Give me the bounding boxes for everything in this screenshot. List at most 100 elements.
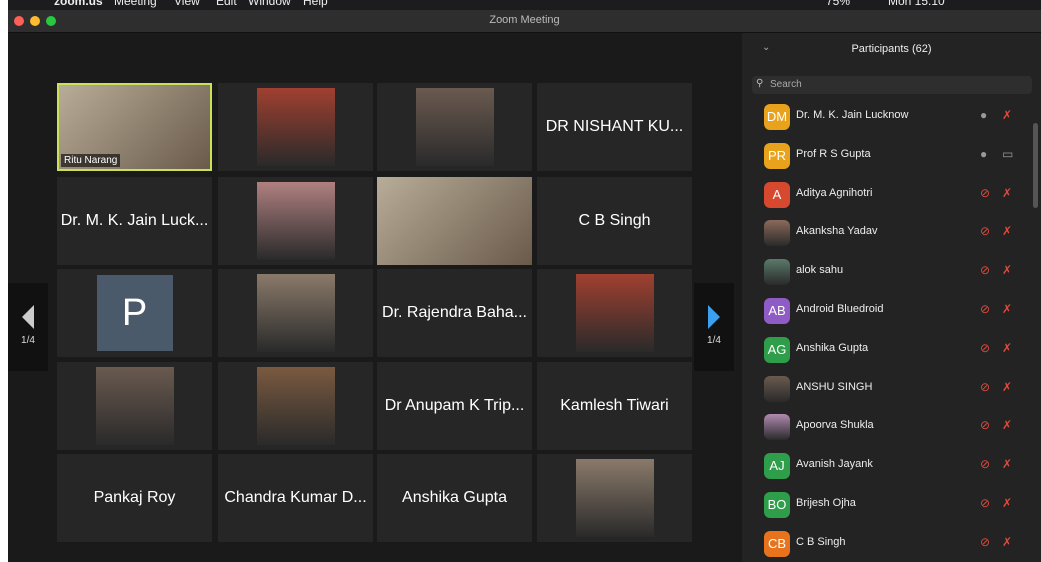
search-input[interactable]: ⚲ Search — [752, 76, 1032, 94]
participant-row[interactable]: A Aditya Agnihotri ⊘ ✗ — [742, 175, 1030, 213]
menu-edit[interactable]: Edit — [216, 0, 237, 8]
avatar — [764, 414, 790, 441]
video-tile[interactable] — [537, 269, 692, 357]
video-tile[interactable]: Anshika Gupta — [377, 454, 532, 542]
camera-off-icon[interactable]: ✗ — [1002, 457, 1012, 471]
window-title: Zoom Meeting — [489, 14, 560, 26]
camera-off-icon[interactable]: ✗ — [1002, 418, 1012, 432]
video-tile[interactable]: C B Singh — [537, 177, 692, 265]
participant-row[interactable]: DM Dr. M. K. Jain Lucknow ● ✗ — [742, 97, 1030, 135]
mic-muted-icon[interactable]: ⊘ — [980, 263, 990, 277]
participant-row[interactable]: AB Android Bluedroid ⊘ ✗ — [742, 291, 1030, 329]
video-tile[interactable]: P — [57, 269, 212, 357]
participant-row[interactable]: alok sahu ⊘ ✗ — [742, 252, 1030, 290]
camera-off-icon[interactable]: ✗ — [1002, 496, 1012, 510]
camera-icon[interactable]: ▭ — [1002, 147, 1013, 161]
video-tile[interactable]: Chandra Kumar D... — [218, 454, 373, 542]
menu-help[interactable]: Help — [303, 0, 328, 8]
video-feed — [377, 177, 532, 265]
menu-app-name[interactable]: zoom.us — [54, 0, 103, 8]
window-titlebar: Zoom Meeting — [8, 10, 1041, 33]
next-page-button[interactable]: 1/4 — [694, 283, 734, 371]
video-tile[interactable]: Kamlesh Tiwari — [537, 362, 692, 450]
participant-row[interactable]: PR Prof R S Gupta ● ▭ — [742, 136, 1030, 174]
video-tile[interactable]: Ritu Narang — [57, 83, 212, 171]
avatar: AB — [764, 298, 790, 324]
participant-name: alok sahu — [796, 264, 844, 277]
profile-photo — [256, 182, 335, 260]
participant-row[interactable]: CB C B Singh ⊘ ✗ — [742, 524, 1030, 562]
video-tile[interactable] — [57, 362, 212, 450]
profile-photo — [256, 274, 335, 352]
mic-muted-icon[interactable]: ⊘ — [980, 418, 990, 432]
mic-muted-icon[interactable]: ⊘ — [980, 496, 990, 510]
clock: Mon 15:10 — [888, 0, 945, 8]
camera-off-icon[interactable]: ✗ — [1002, 380, 1012, 394]
participant-row[interactable]: ANSHU SINGH ⊘ ✗ — [742, 369, 1030, 407]
participant-name: Dr. Rajendra Baha... — [382, 304, 527, 321]
mic-icon[interactable]: ● — [980, 108, 987, 122]
mic-muted-icon[interactable]: ⊘ — [980, 535, 990, 549]
mic-muted-icon[interactable]: ⊘ — [980, 457, 990, 471]
video-tile[interactable] — [377, 83, 532, 171]
avatar: CB — [764, 530, 790, 557]
participant-row[interactable]: Akanksha Yadav ⊘ ✗ — [742, 213, 1030, 251]
video-tile[interactable] — [218, 83, 373, 171]
participant-name: Dr. M. K. Jain Luck... — [60, 212, 209, 229]
video-tile[interactable] — [537, 454, 692, 542]
participant-name: Chandra Kumar D... — [224, 489, 367, 506]
profile-photo — [415, 88, 494, 166]
scrollbar[interactable] — [1033, 123, 1038, 208]
video-tile[interactable] — [377, 177, 532, 265]
video-caption: Ritu Narang — [61, 154, 121, 167]
video-tile[interactable]: DR NISHANT KU... — [537, 83, 692, 171]
profile-photo — [575, 459, 654, 537]
participant-row[interactable]: AG Anshika Gupta ⊘ ✗ — [742, 330, 1030, 368]
mic-muted-icon[interactable]: ⊘ — [980, 224, 990, 238]
left-arrow-icon — [22, 305, 34, 329]
avatar: BO — [764, 492, 790, 518]
participant-name: C B Singh — [578, 212, 651, 229]
camera-off-icon[interactable]: ✗ — [1002, 302, 1012, 316]
avatar: A — [764, 181, 790, 208]
mic-muted-icon[interactable]: ⊘ — [980, 186, 990, 200]
camera-off-icon[interactable]: ✗ — [1002, 108, 1012, 122]
participant-name: Android Bluedroid — [796, 303, 884, 315]
mic-muted-icon[interactable]: ⊘ — [980, 380, 990, 394]
video-tile[interactable]: Dr Anupam K Trip... — [377, 362, 532, 450]
participant-name: Anshika Gupta — [402, 489, 507, 506]
participant-name: Prof R S Gupta — [796, 147, 871, 160]
participant-row[interactable]: BO Brijesh Ojha ⊘ ✗ — [742, 485, 1030, 523]
video-tile[interactable]: Pankaj Roy — [57, 454, 212, 542]
camera-off-icon[interactable]: ✗ — [1002, 341, 1012, 355]
previous-page-button[interactable]: 1/4 — [8, 283, 48, 371]
search-icon: ⚲ — [756, 78, 764, 89]
participant-name: Kamlesh Tiwari — [560, 397, 669, 414]
mic-muted-icon[interactable]: ⊘ — [980, 302, 990, 316]
mic-icon[interactable]: ● — [980, 147, 987, 161]
participant-name: Apoorva Shukla — [796, 419, 874, 432]
video-tile[interactable] — [218, 362, 373, 450]
avatar: P — [96, 275, 173, 351]
profile-photo — [256, 367, 335, 445]
camera-off-icon[interactable]: ✗ — [1002, 224, 1012, 238]
menu-meeting[interactable]: Meeting — [114, 0, 157, 8]
participant-name: Avanish Jayank — [796, 458, 873, 471]
participants-title: Participants (62) — [851, 43, 932, 55]
participant-name: DR NISHANT KU... — [545, 118, 684, 135]
video-tile[interactable]: Dr. M. K. Jain Luck... — [57, 177, 212, 265]
camera-off-icon[interactable]: ✗ — [1002, 186, 1012, 200]
participant-name: Akanksha Yadav — [796, 225, 878, 238]
video-tile[interactable]: Dr. Rajendra Baha... — [377, 269, 532, 357]
video-tile[interactable] — [218, 269, 373, 357]
participant-row[interactable]: Apoorva Shukla ⊘ ✗ — [742, 407, 1030, 445]
right-arrow-icon — [708, 305, 720, 329]
participant-row[interactable]: AJ Avanish Jayank ⊘ ✗ — [742, 446, 1030, 484]
menu-view[interactable]: View — [174, 0, 200, 8]
menu-window[interactable]: Window — [248, 0, 291, 8]
camera-off-icon[interactable]: ✗ — [1002, 535, 1012, 549]
avatar: DM — [764, 104, 790, 130]
camera-off-icon[interactable]: ✗ — [1002, 263, 1012, 277]
mic-muted-icon[interactable]: ⊘ — [980, 341, 990, 355]
video-tile[interactable] — [218, 177, 373, 265]
